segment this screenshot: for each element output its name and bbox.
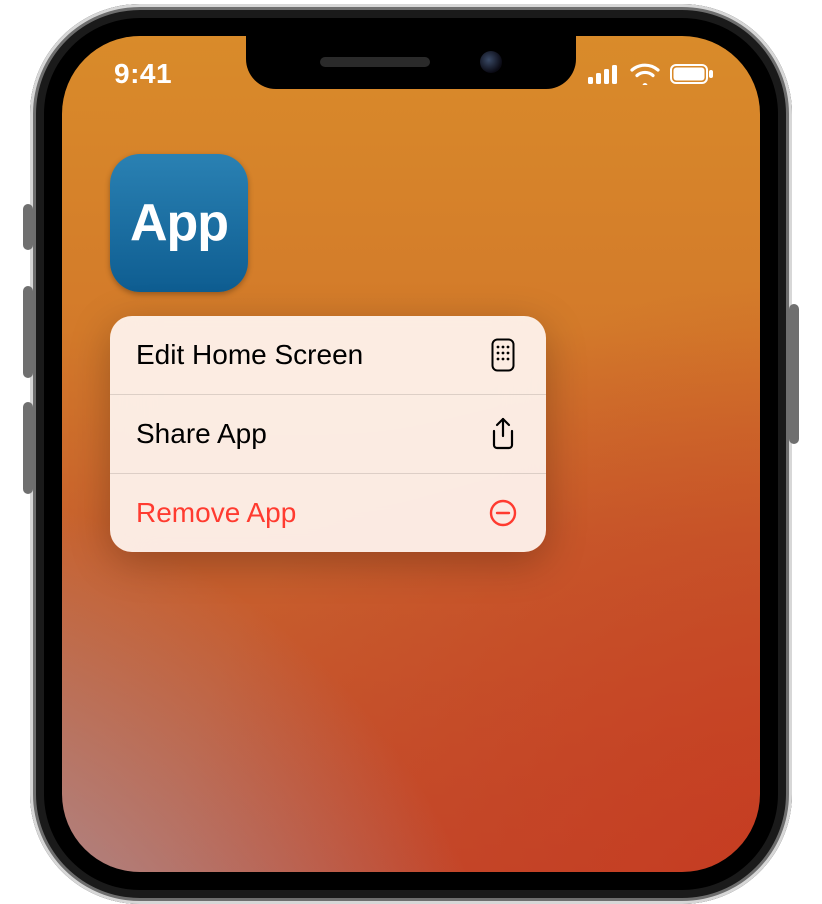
volume-up-button[interactable] [23,286,33,378]
menu-item-label: Remove App [136,497,296,529]
share-icon [486,417,520,451]
apps-grid-icon [486,338,520,372]
device-frame: 9:41 [30,4,792,904]
menu-item-label: Edit Home Screen [136,339,363,371]
status-bar: 9:41 [62,54,760,94]
status-time: 9:41 [114,58,172,90]
app-icon-label: App [130,193,228,253]
status-icons [588,63,714,85]
wifi-icon [630,63,660,85]
menu-item-share-app[interactable]: Share App [110,395,546,474]
mute-switch[interactable] [23,204,33,250]
home-screen[interactable]: 9:41 [62,36,760,872]
menu-item-edit-home-screen[interactable]: Edit Home Screen [110,316,546,395]
context-menu: Edit Home Screen [110,316,546,552]
minus-circle-icon [486,496,520,530]
cellular-signal-icon [588,64,620,84]
app-icon[interactable]: App [110,154,248,292]
power-button[interactable] [789,304,799,444]
battery-icon [670,64,714,84]
menu-item-label: Share App [136,418,267,450]
menu-item-remove-app[interactable]: Remove App [110,474,546,552]
device-bezel: 9:41 [44,18,778,890]
volume-down-button[interactable] [23,402,33,494]
